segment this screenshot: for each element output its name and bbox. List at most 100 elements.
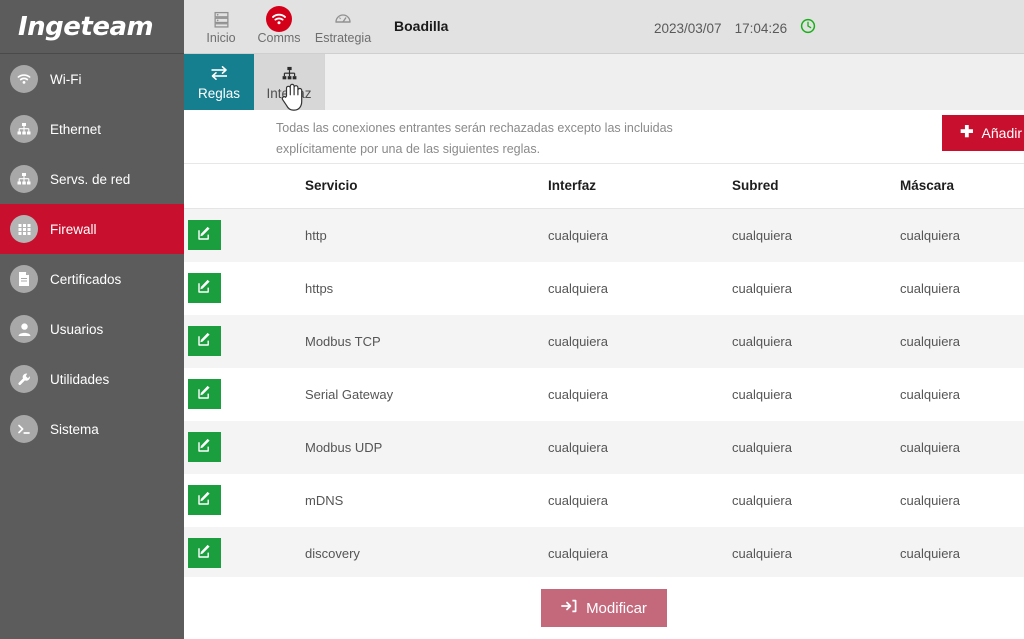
- server-rack-icon: [213, 9, 230, 29]
- plus-icon: ✚: [960, 124, 974, 141]
- add-rule-button[interactable]: ✚ Añadir: [942, 115, 1024, 151]
- sidebar-item-sistema[interactable]: Sistema: [0, 404, 184, 454]
- cell-servicio: mDNS: [305, 492, 344, 508]
- cell-interfaz: cualquiera: [548, 439, 608, 455]
- top-header-bar: Inicio Comms Estrategia Boadilla 2023/03…: [184, 0, 1024, 54]
- top-nav-label-inicio: Inicio: [206, 31, 236, 45]
- cell-actions: [184, 209, 305, 262]
- cell-interfaz: cualquiera: [548, 386, 608, 402]
- cell-interfaz: cualquiera: [548, 492, 608, 508]
- cell-actions: [184, 421, 305, 474]
- cell-interfaz: cualquiera: [548, 280, 608, 296]
- edit-rule-button[interactable]: [188, 220, 221, 251]
- cell-actions: [184, 315, 305, 368]
- terminal-icon: [10, 415, 38, 443]
- sidebar-item-usuarios[interactable]: Usuarios: [0, 304, 184, 354]
- edit-rule-button[interactable]: [188, 485, 221, 515]
- table-body: http cualquiera cualquiera cualquiera https c…: [184, 208, 1024, 580]
- sidebar-item-servs-de-red[interactable]: Servs. de red: [0, 154, 184, 204]
- table-row[interactable]: mDNS cualquiera cualquiera cualquiera: [184, 473, 1024, 527]
- network-nodes-icon: [10, 165, 38, 193]
- edit-rule-button[interactable]: [188, 432, 221, 462]
- edit-pencil-icon: [197, 491, 212, 509]
- cell-servicio: https: [305, 280, 334, 296]
- edit-pencil-icon: [197, 438, 212, 456]
- cell-actions: [184, 368, 305, 421]
- table-row[interactable]: http cualquiera cualquiera cualquiera: [184, 208, 1024, 262]
- edit-rule-button[interactable]: [188, 326, 221, 356]
- cell-actions: [184, 527, 305, 580]
- table-header-row: Servicio Interfaz Subred Máscara: [184, 164, 1024, 209]
- firewall-notice-bar: Todas las conexiones entrantes serán rec…: [184, 110, 1024, 164]
- modify-button[interactable]: Modificar: [541, 589, 667, 627]
- cell-servicio: Modbus UDP: [305, 439, 383, 455]
- edit-pencil-icon: [197, 544, 212, 562]
- sidebar-label-certificados: Certificados: [50, 271, 122, 287]
- wifi-icon: [266, 6, 292, 32]
- exchange-arrows-icon: [210, 63, 229, 83]
- header-time: 17:04:26: [734, 21, 788, 36]
- table-row[interactable]: Serial Gateway cualquiera cualquiera cualqu…: [184, 367, 1024, 421]
- cell-mascara: cualquiera: [900, 333, 960, 349]
- column-header-actions: [184, 164, 305, 209]
- strategy-icon: [334, 9, 352, 29]
- sidebar-label-usuarios: Usuarios: [50, 321, 104, 337]
- cell-servicio: discovery: [305, 545, 360, 561]
- sidebar-label-wifi: Wi-Fi: [50, 71, 82, 87]
- cell-subred: cualquiera: [732, 227, 792, 243]
- tab-strip-filler: [324, 54, 1024, 110]
- tab-label-reglas: Reglas: [197, 86, 241, 101]
- application-window: Ingeteam Inicio Comms Estrategia Boadill…: [0, 0, 1024, 639]
- sidebar-item-ethernet[interactable]: Ethernet: [0, 104, 184, 154]
- network-nodes-icon: [10, 115, 38, 143]
- top-nav-item-comms[interactable]: Comms: [250, 0, 308, 54]
- sidebar-item-utilidades[interactable]: Utilidades: [0, 354, 184, 404]
- edit-rule-button[interactable]: [188, 538, 221, 568]
- tab-reglas[interactable]: Reglas: [184, 54, 254, 110]
- edit-rule-button[interactable]: [188, 379, 221, 409]
- tab-label-interfaz: Interfaz: [266, 86, 312, 101]
- cell-interfaz: cualquiera: [548, 545, 608, 561]
- cell-subred: cualquiera: [732, 333, 792, 349]
- top-nav-item-inicio[interactable]: Inicio: [192, 0, 250, 54]
- grid-icon: [10, 215, 38, 243]
- notice-line-2: explícitamente por una de las siguientes…: [276, 141, 541, 156]
- cell-mascara: cualquiera: [900, 439, 960, 455]
- column-header-mascara: Máscara: [900, 164, 1024, 209]
- cell-servicio: Modbus TCP: [305, 333, 381, 349]
- table-row[interactable]: discovery cualquiera cualquiera cualquiera: [184, 526, 1024, 580]
- column-header-subred: Subred: [732, 164, 900, 209]
- sign-in-arrow-icon: [561, 599, 577, 617]
- tab-strip: Reglas Interfaz: [184, 54, 1024, 110]
- sidebar-item-firewall[interactable]: Firewall: [0, 204, 184, 254]
- top-nav-item-estrategia[interactable]: Estrategia: [308, 0, 378, 54]
- edit-pencil-icon: [197, 226, 212, 244]
- cell-actions: [184, 474, 305, 527]
- sidebar-label-servs-de-red: Servs. de red: [50, 171, 131, 187]
- sidebar-item-wifi[interactable]: Wi-Fi: [0, 54, 184, 104]
- notice-line-1: Todas las conexiones entrantes serán rec…: [276, 121, 673, 135]
- cell-mascara: cualquiera: [900, 227, 960, 243]
- tab-interfaz[interactable]: Interfaz: [254, 54, 324, 110]
- header-date: 2023/03/07: [654, 21, 722, 36]
- sidebar-label-firewall: Firewall: [50, 221, 97, 237]
- wrench-icon: [10, 365, 38, 393]
- wifi-icon: [10, 65, 38, 93]
- table-row[interactable]: Modbus UDP cualquiera cualquiera cualquiera: [184, 420, 1024, 474]
- firewall-rules-table: Servicio Interfaz Subred Máscara http cua…: [184, 164, 1024, 580]
- header-clock: 2023/03/07 17:04:26: [654, 18, 816, 39]
- site-title: Boadilla: [394, 17, 449, 34]
- brand-logo-text: Ingeteam: [18, 11, 154, 42]
- sidebar-label-ethernet: Ethernet: [50, 121, 102, 137]
- clock-icon: [800, 18, 816, 39]
- network-nodes-icon: [281, 63, 298, 83]
- main-content: Todas las conexiones entrantes serán rec…: [184, 110, 1024, 639]
- table-row[interactable]: Modbus TCP cualquiera cualquiera cualquiera: [184, 314, 1024, 368]
- footer-actions: Modificar: [184, 577, 1024, 639]
- sidebar-item-certificados[interactable]: Certificados: [0, 254, 184, 304]
- edit-pencil-icon: [197, 279, 212, 297]
- add-rule-label: Añadir: [981, 125, 1022, 141]
- table-row[interactable]: https cualquiera cualquiera cualquiera: [184, 261, 1024, 315]
- sidebar-label-utilidades: Utilidades: [50, 371, 110, 387]
- edit-rule-button[interactable]: [188, 273, 221, 303]
